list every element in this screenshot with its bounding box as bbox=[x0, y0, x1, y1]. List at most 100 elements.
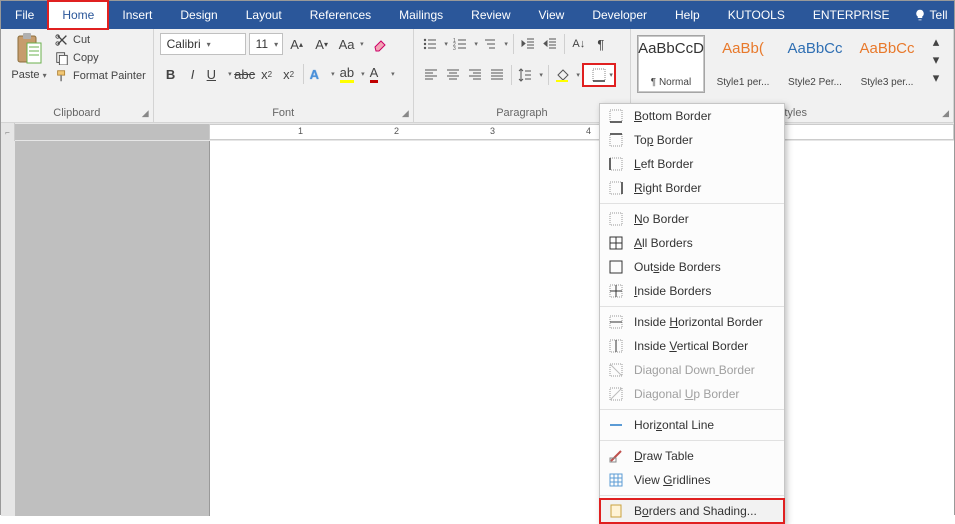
format-painter-button[interactable]: Format Painter bbox=[55, 69, 146, 83]
font-color-button[interactable]: A▾ bbox=[367, 63, 397, 85]
borders-menu-item[interactable]: Left Border bbox=[600, 152, 784, 176]
numbering-button[interactable]: 123▾ bbox=[450, 33, 480, 55]
tab-mailings[interactable]: Mailings bbox=[385, 1, 457, 29]
borders-menu-item[interactable]: Bottom Border bbox=[600, 104, 784, 128]
borders-menu-item: Diagonal Up Border bbox=[600, 382, 784, 406]
border-item-label: Bottom Border bbox=[634, 109, 711, 123]
border-item-label: All Borders bbox=[634, 236, 693, 250]
border-item-icon bbox=[608, 259, 624, 275]
borders-menu-item[interactable]: Inside Vertical Border bbox=[600, 334, 784, 358]
borders-menu-item[interactable]: Right Border bbox=[600, 176, 784, 200]
styles-expand[interactable]: ▾ bbox=[925, 69, 947, 87]
styles-scroll-down[interactable]: ▾ bbox=[925, 51, 947, 69]
justify-button[interactable] bbox=[486, 64, 508, 86]
shading-button[interactable]: ▾ bbox=[552, 64, 582, 86]
ruler-scale[interactable]: 123456 bbox=[209, 124, 954, 140]
paste-label: Paste bbox=[11, 69, 39, 81]
align-right-button[interactable] bbox=[464, 64, 486, 86]
align-center-button[interactable] bbox=[442, 64, 464, 86]
underline-button[interactable]: U▾ bbox=[204, 63, 234, 85]
border-item-label: Right Border bbox=[634, 181, 701, 195]
style-card-0[interactable]: AaBbCcD¶ Normal bbox=[637, 35, 705, 93]
subscript-button[interactable]: x2 bbox=[256, 63, 278, 85]
italic-button[interactable]: I bbox=[182, 63, 204, 85]
paste-button[interactable]: Paste ▾ bbox=[7, 33, 51, 81]
borders-menu-item[interactable]: Borders and Shading... bbox=[600, 499, 784, 523]
tab-home[interactable]: Home bbox=[48, 1, 108, 29]
borders-menu-item[interactable]: Top Border bbox=[600, 128, 784, 152]
style-preview: AaBbCc bbox=[859, 40, 914, 57]
copy-button[interactable]: Copy bbox=[55, 51, 146, 65]
tab-insert[interactable]: Insert bbox=[108, 1, 166, 29]
borders-button[interactable]: ▾ bbox=[582, 63, 616, 87]
font-group-label: Font bbox=[272, 107, 294, 119]
font-size-combo[interactable]: 11▾ bbox=[249, 33, 283, 55]
grow-font-button[interactable]: A▴ bbox=[286, 33, 308, 55]
borders-menu-item[interactable]: Outside Borders bbox=[600, 255, 784, 279]
styles-gallery[interactable]: AaBbCcD¶ NormalAaBb(Style1 per...AaBbCcS… bbox=[637, 33, 921, 93]
multilevel-list-button[interactable]: ▾ bbox=[480, 33, 510, 55]
paintbrush-icon bbox=[55, 69, 69, 83]
font-name-combo[interactable]: Calibri▾ bbox=[160, 33, 246, 55]
borders-menu-item[interactable]: Draw Table bbox=[600, 444, 784, 468]
line-spacing-icon bbox=[518, 68, 532, 82]
borders-menu-item[interactable]: Horizontal Line bbox=[600, 413, 784, 437]
font-launcher[interactable]: ◢ bbox=[402, 108, 409, 119]
style-card-3[interactable]: AaBbCcStyle3 per... bbox=[853, 35, 921, 93]
clear-formatting-button[interactable] bbox=[369, 33, 391, 55]
decrease-indent-button[interactable] bbox=[517, 33, 539, 55]
border-item-label: Outside Borders bbox=[634, 260, 721, 274]
cut-button[interactable]: Cut bbox=[55, 33, 146, 47]
strikethrough-button[interactable]: abc bbox=[234, 63, 256, 85]
ruler-tick: 2 bbox=[394, 126, 399, 136]
tab-help[interactable]: Help bbox=[661, 1, 714, 29]
tab-kutools[interactable]: KUTOOLS bbox=[714, 1, 799, 29]
line-spacing-button[interactable]: ▾ bbox=[515, 64, 545, 86]
bullets-button[interactable]: ▾ bbox=[420, 33, 450, 55]
change-case-button[interactable]: Aa▾ bbox=[336, 33, 366, 55]
tab-developer[interactable]: Developer bbox=[578, 1, 661, 29]
highlight-button[interactable]: ab▾ bbox=[337, 63, 367, 85]
style-card-2[interactable]: AaBbCcStyle2 Per... bbox=[781, 35, 849, 93]
tab-references[interactable]: References bbox=[296, 1, 385, 29]
tab-view[interactable]: View bbox=[525, 1, 579, 29]
borders-menu-item[interactable]: All Borders bbox=[600, 231, 784, 255]
borders-menu-item[interactable]: Inside Horizontal Border bbox=[600, 310, 784, 334]
increase-indent-button[interactable] bbox=[539, 33, 561, 55]
border-item-label: No Border bbox=[634, 212, 689, 226]
clipboard-launcher[interactable]: ◢ bbox=[142, 108, 149, 119]
tab-layout[interactable]: Layout bbox=[232, 1, 296, 29]
align-left-button[interactable] bbox=[420, 64, 442, 86]
style-name: Style1 per... bbox=[717, 77, 770, 88]
borders-menu-item[interactable]: Inside Borders bbox=[600, 279, 784, 303]
tab-file[interactable]: File bbox=[1, 1, 48, 29]
text-effects-button[interactable]: A▾ bbox=[307, 63, 337, 85]
styles-scroll-up[interactable]: ▴ bbox=[925, 33, 947, 51]
show-marks-button[interactable]: ¶ bbox=[590, 33, 612, 55]
shrink-font-button[interactable]: A▾ bbox=[311, 33, 333, 55]
borders-dropdown: Bottom Border Top BorderLeft Border Right … bbox=[599, 103, 785, 524]
style-card-1[interactable]: AaBb(Style1 per... bbox=[709, 35, 777, 93]
style-preview: AaBbCcD bbox=[638, 40, 704, 57]
border-item-icon bbox=[608, 417, 624, 433]
borders-menu-item[interactable]: No Border bbox=[600, 207, 784, 231]
bold-button[interactable]: B bbox=[160, 63, 182, 85]
font-size-value: 11 bbox=[256, 37, 268, 51]
ruler-corner: ⌐ bbox=[1, 123, 15, 141]
tell-me[interactable]: Tell bbox=[904, 1, 955, 29]
tab-review[interactable]: Review bbox=[457, 1, 524, 29]
borders-menu-item[interactable]: View Gridlines bbox=[600, 468, 784, 492]
cut-label: Cut bbox=[73, 34, 90, 46]
styles-launcher[interactable]: ◢ bbox=[942, 108, 949, 119]
document-page[interactable] bbox=[209, 141, 954, 516]
border-item-icon bbox=[608, 283, 624, 299]
sort-button[interactable]: A↓ bbox=[568, 33, 590, 55]
multilevel-icon bbox=[483, 37, 497, 51]
tab-enterprise[interactable]: ENTERPRISE bbox=[799, 1, 904, 29]
borders-menu-item: Diagonal Down Border bbox=[600, 358, 784, 382]
border-item-icon bbox=[608, 503, 624, 519]
tab-design[interactable]: Design bbox=[166, 1, 231, 29]
border-item-label: Inside Vertical Border bbox=[634, 339, 748, 353]
border-item-icon bbox=[608, 132, 624, 148]
superscript-button[interactable]: x2 bbox=[278, 63, 300, 85]
